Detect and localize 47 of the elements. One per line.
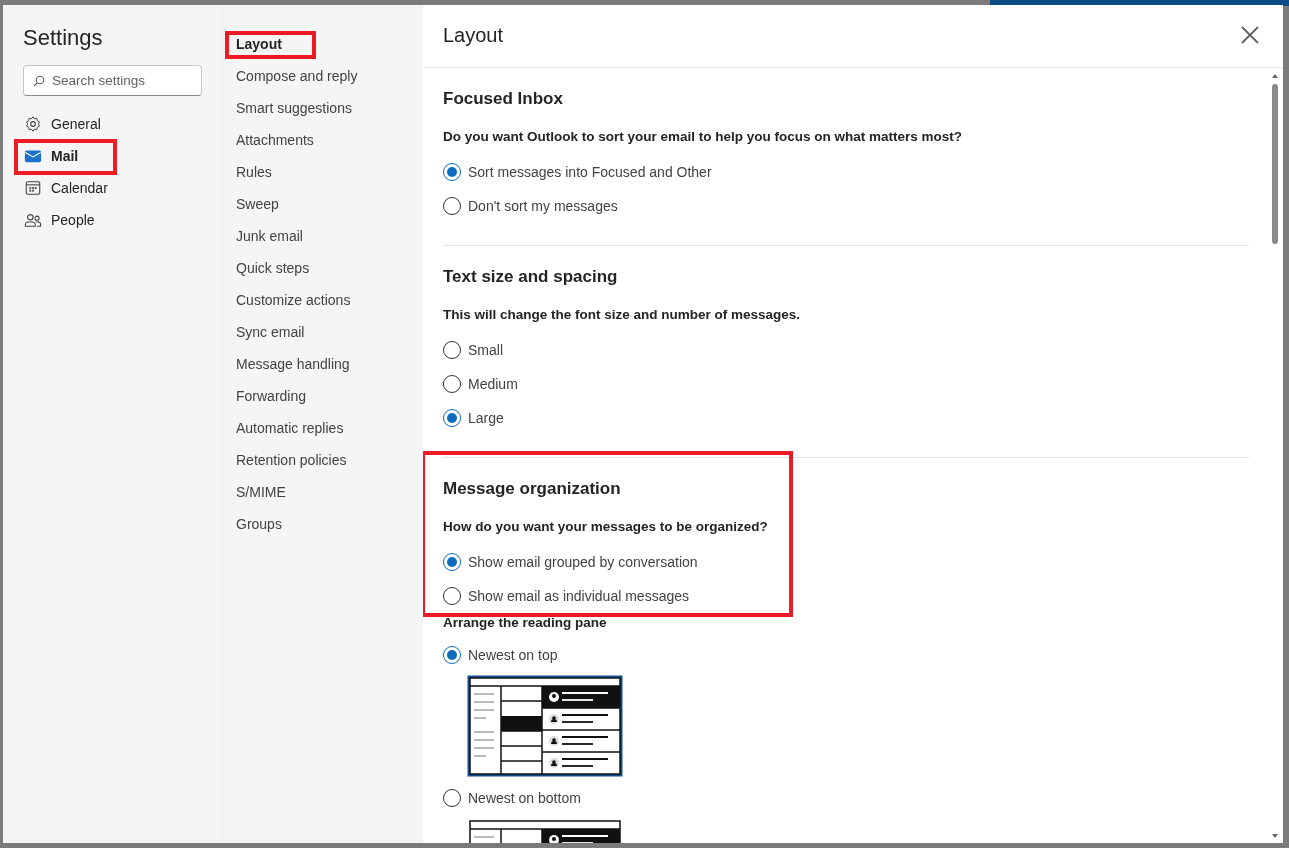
- radio-option[interactable]: Show email as individual messages: [443, 579, 689, 613]
- radio-option[interactable]: Newest on bottom: [443, 781, 581, 815]
- search-icon: [33, 75, 45, 87]
- reading-pane-preview-drawing[interactable]: [466, 674, 624, 778]
- option-heading: Arrange the reading pane: [443, 614, 608, 632]
- menu-item[interactable]: Layout: [236, 28, 282, 60]
- people-icon: [24, 211, 42, 229]
- radio-option[interactable]: Don't sort my messages: [443, 189, 618, 223]
- close-button[interactable]: [1241, 26, 1259, 44]
- calendar-icon: [24, 179, 42, 197]
- radio-option[interactable]: Medium: [443, 367, 518, 401]
- menu-item[interactable]: Forwarding: [236, 380, 307, 412]
- radio-option[interactable]: Sort messages into Focused and Other: [443, 155, 712, 189]
- menu-item[interactable]: Retention policies: [236, 444, 347, 476]
- radio-option[interactable]: Show email grouped by conversation: [443, 545, 698, 579]
- pane-title: Layout: [443, 23, 504, 47]
- search-field[interactable]: Search settings: [23, 65, 202, 96]
- menu-item[interactable]: Junk email: [236, 220, 303, 252]
- nav-item[interactable]: People: [24, 204, 202, 236]
- menu-item[interactable]: Customize actions: [236, 284, 351, 316]
- section-title: Message organization: [443, 478, 622, 500]
- nav-item[interactable]: Mail: [24, 140, 202, 172]
- question-text: This will change the font size and number of messages.: [443, 306, 802, 324]
- scroll-down-arrow-icon[interactable]: [1272, 834, 1278, 838]
- section-title: Text size and spacing: [443, 266, 619, 288]
- question-text: Do you want Outlook to sort your email to help you focus on what matters most?: [443, 128, 964, 146]
- menu-item[interactable]: Groups: [236, 508, 282, 540]
- menu-item[interactable]: Compose and reply: [236, 60, 358, 92]
- gear-icon: [24, 115, 42, 133]
- section-title: Focused Inbox: [443, 88, 564, 110]
- menu-item[interactable]: Smart suggestions: [236, 92, 352, 124]
- nav-item[interactable]: Calendar: [24, 172, 202, 204]
- menu-item[interactable]: Rules: [236, 156, 272, 188]
- radio-option[interactable]: Small: [443, 333, 503, 367]
- menu-item[interactable]: Automatic replies: [236, 412, 344, 444]
- menu-item[interactable]: S/MIME: [236, 476, 286, 508]
- radio-option[interactable]: Large: [443, 401, 504, 435]
- menu-item[interactable]: Sync email: [236, 316, 305, 348]
- menu-item[interactable]: Quick steps: [236, 252, 310, 284]
- menu-item[interactable]: Attachments: [236, 124, 314, 156]
- radio-option[interactable]: Newest on top: [443, 638, 558, 672]
- nav-item[interactable]: General: [24, 108, 202, 140]
- menu-item[interactable]: Sweep: [236, 188, 279, 220]
- dialog-title: Settings: [23, 25, 104, 51]
- menu-item[interactable]: Message handling: [236, 348, 350, 380]
- question-text: How do you want your messages to be organized?: [443, 518, 769, 536]
- scroll-up-arrow-icon[interactable]: [1272, 74, 1278, 78]
